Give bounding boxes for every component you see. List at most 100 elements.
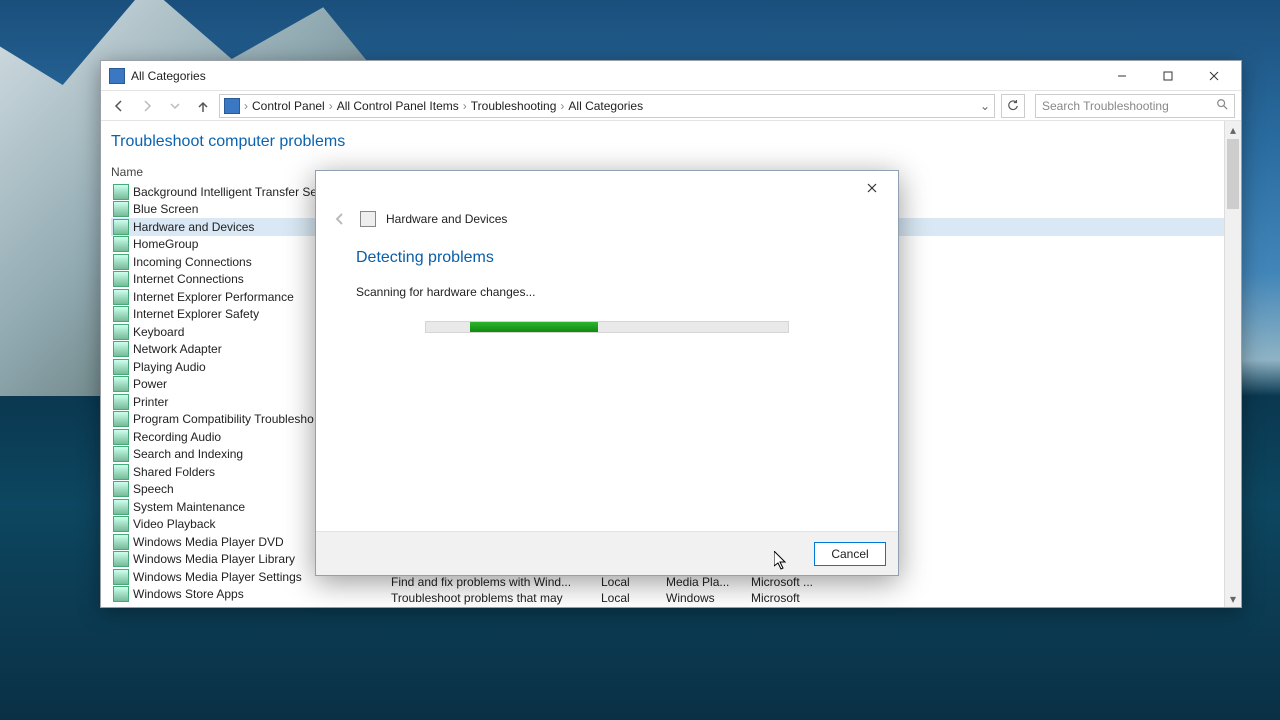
address-icon <box>224 98 240 114</box>
detail-loc: Local <box>601 575 666 589</box>
nav-recent-button[interactable] <box>163 94 187 118</box>
list-item-label: Internet Explorer Performance <box>133 290 294 304</box>
troubleshooter-icon <box>113 359 129 375</box>
detail-desc: Find and fix problems with Wind... <box>391 575 601 589</box>
nav-up-button[interactable] <box>191 94 215 118</box>
scroll-down-icon[interactable]: ▾ <box>1225 590 1241 607</box>
dialog-titlebar <box>316 171 898 205</box>
troubleshooter-icon <box>113 306 129 322</box>
page-title: Troubleshoot computer problems <box>111 133 1231 151</box>
scroll-thumb[interactable] <box>1227 139 1239 209</box>
troubleshooter-icon <box>113 516 129 532</box>
detail-pub: Microsoft <box>751 591 831 605</box>
search-placeholder: Search Troubleshooting <box>1042 99 1169 113</box>
detail-pub: Microsoft ... <box>751 575 831 589</box>
app-icon <box>109 68 125 84</box>
troubleshooter-icon <box>113 446 129 462</box>
list-item-label: Keyboard <box>133 325 184 339</box>
troubleshooter-icon <box>113 341 129 357</box>
troubleshooter-dialog: Hardware and Devices Detecting problems … <box>315 170 899 576</box>
troubleshooter-icon <box>113 586 129 602</box>
list-item-label: Hardware and Devices <box>133 220 254 234</box>
list-item-label: System Maintenance <box>133 500 245 514</box>
list-item-label: Power <box>133 377 167 391</box>
nav-back-button[interactable] <box>107 94 131 118</box>
list-item-label: Internet Explorer Safety <box>133 307 259 321</box>
search-input[interactable]: Search Troubleshooting <box>1035 94 1235 118</box>
breadcrumb[interactable]: Control Panel <box>252 99 325 113</box>
breadcrumb[interactable]: All Control Panel Items <box>337 99 459 113</box>
progress-fill <box>470 322 598 332</box>
nav-forward-button[interactable] <box>135 94 159 118</box>
troubleshooter-icon <box>113 411 129 427</box>
breadcrumb[interactable]: Troubleshooting <box>471 99 557 113</box>
dialog-body: Detecting problems Scanning for hardware… <box>316 239 898 531</box>
list-item-label: HomeGroup <box>133 237 198 251</box>
list-item-label: Background Intelligent Transfer Se <box>133 185 317 199</box>
dialog-header: Hardware and Devices <box>316 205 898 239</box>
dialog-icon <box>360 211 376 227</box>
detail-loc: Local <box>601 591 666 605</box>
scroll-up-icon[interactable]: ▴ <box>1225 121 1241 138</box>
troubleshooter-icon <box>113 254 129 270</box>
vertical-scrollbar[interactable]: ▴ ▾ <box>1224 121 1241 607</box>
troubleshooter-icon <box>113 324 129 340</box>
list-item-label: Blue Screen <box>133 202 198 216</box>
maximize-button[interactable] <box>1145 62 1191 90</box>
list-item-label: Playing Audio <box>133 360 206 374</box>
detail-rows: Find and fix problems with Wind... Local… <box>391 575 831 605</box>
list-item-label: Search and Indexing <box>133 447 243 461</box>
address-bar[interactable]: › Control Panel › All Control Panel Item… <box>219 94 995 118</box>
troubleshooter-icon <box>113 271 129 287</box>
dialog-footer: Cancel <box>316 531 898 575</box>
troubleshooter-icon <box>113 499 129 515</box>
detail-desc: Troubleshoot problems that may <box>391 591 601 605</box>
dialog-name: Hardware and Devices <box>386 212 507 226</box>
list-item-label: Windows Media Player Settings <box>133 570 302 584</box>
troubleshooter-icon <box>113 569 129 585</box>
chevron-right-icon: › <box>329 99 333 113</box>
dialog-message: Scanning for hardware changes... <box>356 285 858 299</box>
troubleshooter-icon <box>113 376 129 392</box>
list-item-label: Recording Audio <box>133 430 221 444</box>
cancel-button[interactable]: Cancel <box>814 542 886 566</box>
troubleshooter-icon <box>113 429 129 445</box>
list-item-label: Windows Media Player DVD <box>133 535 284 549</box>
troubleshooter-icon <box>113 551 129 567</box>
list-item-label: Incoming Connections <box>133 255 252 269</box>
close-button[interactable] <box>1191 62 1237 90</box>
list-item-label: Video Playback <box>133 517 216 531</box>
troubleshooter-icon <box>113 464 129 480</box>
list-item-label: Internet Connections <box>133 272 244 286</box>
detail-cat: Windows <box>666 591 751 605</box>
list-item-label: Speech <box>133 482 174 496</box>
chevron-down-icon[interactable]: ⌄ <box>980 99 990 113</box>
breadcrumb[interactable]: All Categories <box>568 99 643 113</box>
list-item-label: Shared Folders <box>133 465 215 479</box>
navbar: › Control Panel › All Control Panel Item… <box>101 91 1241 121</box>
troubleshooter-icon <box>113 289 129 305</box>
list-item-label: Windows Store Apps <box>133 587 244 601</box>
minimize-button[interactable] <box>1099 62 1145 90</box>
chevron-right-icon: › <box>244 99 248 113</box>
troubleshooter-icon <box>113 534 129 550</box>
troubleshooter-icon <box>113 201 129 217</box>
detail-cat: Media Pla... <box>666 575 751 589</box>
titlebar: All Categories <box>101 61 1241 91</box>
list-item-label: Windows Media Player Library <box>133 552 295 566</box>
list-item-label: Printer <box>133 395 168 409</box>
troubleshooter-icon <box>113 219 129 235</box>
troubleshooter-icon <box>113 184 129 200</box>
list-item-label: Program Compatibility Troublesho <box>133 412 314 426</box>
chevron-right-icon: › <box>463 99 467 113</box>
dialog-back-button[interactable] <box>330 209 350 229</box>
troubleshooter-icon <box>113 481 129 497</box>
refresh-button[interactable] <box>1001 94 1025 118</box>
chevron-right-icon: › <box>560 99 564 113</box>
troubleshooter-icon <box>113 394 129 410</box>
dialog-close-button[interactable] <box>852 174 892 202</box>
dialog-title: Detecting problems <box>356 249 858 267</box>
window-controls <box>1099 62 1237 90</box>
list-item-label: Network Adapter <box>133 342 222 356</box>
search-icon <box>1216 98 1228 113</box>
